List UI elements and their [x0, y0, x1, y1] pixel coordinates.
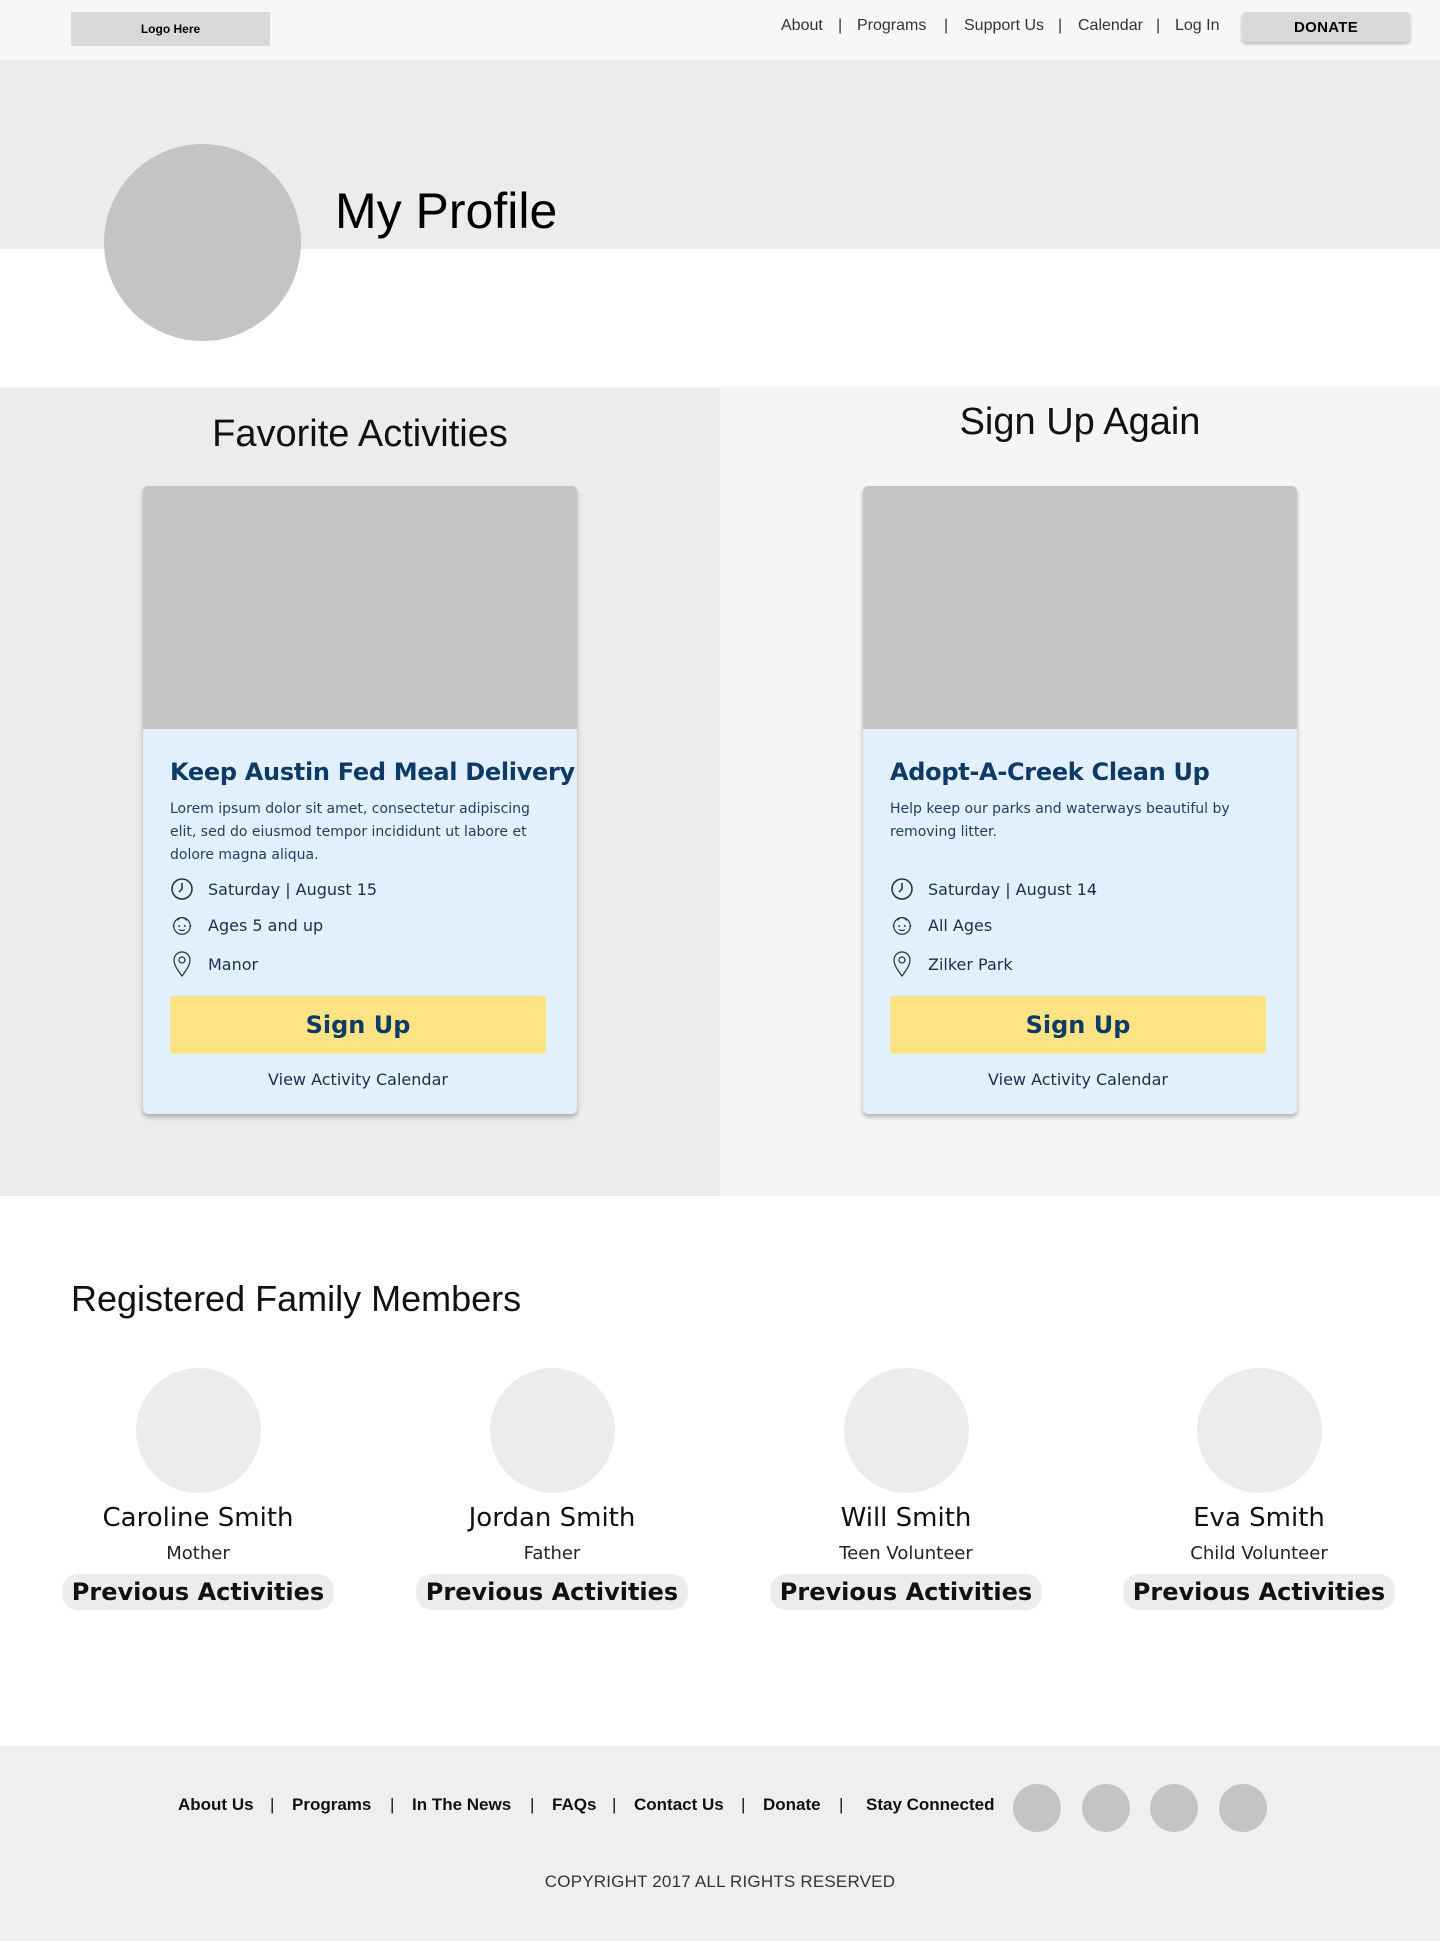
activity-ages: All Ages	[890, 912, 992, 938]
activity-date-text: Saturday | August 15	[208, 879, 378, 899]
footer-link-in-the-news[interactable]: In The News	[412, 1795, 511, 1815]
footer-link-faqs[interactable]: FAQs	[552, 1795, 596, 1815]
previous-activities-button[interactable]: Previous Activities	[1122, 1574, 1396, 1610]
activity-location: Zilker Park	[890, 951, 1013, 978]
activity-location-text: Zilker Park	[928, 954, 1013, 974]
activity-title[interactable]: Adopt-A-Creek Clean Up	[890, 758, 1210, 786]
activity-date: Saturday | August 15	[170, 876, 377, 902]
child-face-icon	[170, 912, 194, 938]
member-name: Jordan Smith	[468, 1503, 636, 1533]
clock-icon	[170, 876, 194, 902]
nav-about[interactable]: About	[781, 17, 823, 37]
member-name: Caroline Smith	[102, 1503, 294, 1533]
member-avatar[interactable]	[135, 1368, 261, 1493]
nav-separator: |	[1058, 17, 1063, 34]
map-pin-icon	[170, 951, 194, 978]
nav-separator: |	[944, 17, 949, 34]
activity-description: Lorem ipsum dolor sit amet, consectetur …	[170, 801, 530, 863]
social-icon[interactable]	[1219, 1784, 1267, 1832]
nav-separator: |	[838, 17, 843, 34]
child-face-icon	[890, 912, 914, 938]
footer-link-programs[interactable]: Programs	[292, 1795, 371, 1815]
social-icon[interactable]	[1082, 1784, 1130, 1832]
member-avatar[interactable]	[843, 1368, 969, 1493]
activity-date-text: Saturday | August 14	[928, 879, 1098, 899]
family-member: Caroline Smith Mother Previous Activitie…	[48, 1368, 348, 1610]
activity-image	[863, 486, 1297, 729]
family-section-title: Registered Family Members	[71, 1278, 522, 1319]
activity-ages: Ages 5 and up	[170, 912, 323, 938]
site-footer	[0, 1746, 1440, 1941]
previous-activities-button[interactable]: Previous Activities	[415, 1574, 689, 1610]
member-avatar[interactable]	[489, 1368, 615, 1493]
activity-card: Adopt-A-Creek Clean Up Help keep our par…	[863, 486, 1297, 1114]
activity-ages-text: All Ages	[928, 915, 993, 935]
family-member: Eva Smith Child Volunteer Previous Activ…	[1109, 1368, 1409, 1610]
footer-separator: |	[741, 1795, 746, 1814]
member-role: Father	[523, 1543, 581, 1564]
copyright: COPYRIGHT 2017 ALL RIGHTS RESERVED	[544, 1872, 896, 1891]
sign-up-button[interactable]: Sign Up	[890, 996, 1266, 1054]
favorite-activities-title: Favorite Activities	[212, 413, 508, 455]
member-name: Eva Smith	[1193, 1503, 1325, 1533]
family-member: Jordan Smith Father Previous Activities	[402, 1368, 702, 1610]
profile-avatar[interactable]	[104, 144, 301, 341]
member-name: Will Smith	[840, 1503, 972, 1533]
previous-activities-button[interactable]: Previous Activities	[769, 1574, 1043, 1610]
activity-location: Manor	[170, 951, 259, 978]
activity-card: Keep Austin Fed Meal Delivery Lorem ipsu…	[143, 486, 577, 1114]
nav-support-us[interactable]: Support Us	[964, 17, 1044, 37]
social-icon[interactable]	[1013, 1784, 1061, 1832]
member-role: Teen Volunteer	[839, 1543, 973, 1564]
footer-link-contact-us[interactable]: Contact Us	[634, 1795, 724, 1815]
footer-separator: |	[530, 1795, 535, 1814]
stay-connected-label: Stay Connected	[866, 1795, 995, 1814]
activity-date: Saturday | August 14	[890, 876, 1097, 902]
nav-programs[interactable]: Programs	[857, 17, 926, 37]
page-title: My Profile	[335, 183, 558, 239]
clock-icon	[890, 876, 914, 902]
view-activity-calendar-link[interactable]: View Activity Calendar	[143, 1070, 573, 1089]
activity-title[interactable]: Keep Austin Fed Meal Delivery	[170, 758, 575, 786]
logo[interactable]: Logo Here	[71, 12, 270, 46]
member-role: Child Volunteer	[1190, 1543, 1328, 1564]
nav-calendar[interactable]: Calendar	[1078, 17, 1143, 37]
footer-link-about-us[interactable]: About Us	[178, 1795, 254, 1815]
activity-ages-text: Ages 5 and up	[208, 915, 324, 935]
footer-separator: |	[612, 1795, 617, 1814]
social-icon[interactable]	[1150, 1784, 1198, 1832]
sign-up-again-title: Sign Up Again	[959, 401, 1201, 443]
sign-up-button[interactable]: Sign Up	[170, 996, 546, 1054]
member-role: Mother	[166, 1543, 230, 1564]
donate-button[interactable]: DONATE	[1242, 12, 1410, 42]
member-avatar[interactable]	[1196, 1368, 1322, 1493]
footer-separator: |	[270, 1795, 275, 1814]
map-pin-icon	[890, 951, 914, 978]
activity-image	[143, 486, 577, 729]
nav-separator: |	[1156, 17, 1161, 34]
footer-separator: |	[390, 1795, 395, 1814]
previous-activities-button[interactable]: Previous Activities	[61, 1574, 335, 1610]
view-activity-calendar-link[interactable]: View Activity Calendar	[863, 1070, 1293, 1089]
family-member: Will Smith Teen Volunteer Previous Activ…	[756, 1368, 1056, 1610]
activity-description: Help keep our parks and waterways beauti…	[890, 801, 1230, 840]
nav-log-in[interactable]: Log In	[1175, 17, 1219, 37]
footer-link-donate[interactable]: Donate	[763, 1795, 821, 1815]
footer-separator: |	[839, 1795, 844, 1814]
activity-location-text: Manor	[208, 954, 259, 974]
